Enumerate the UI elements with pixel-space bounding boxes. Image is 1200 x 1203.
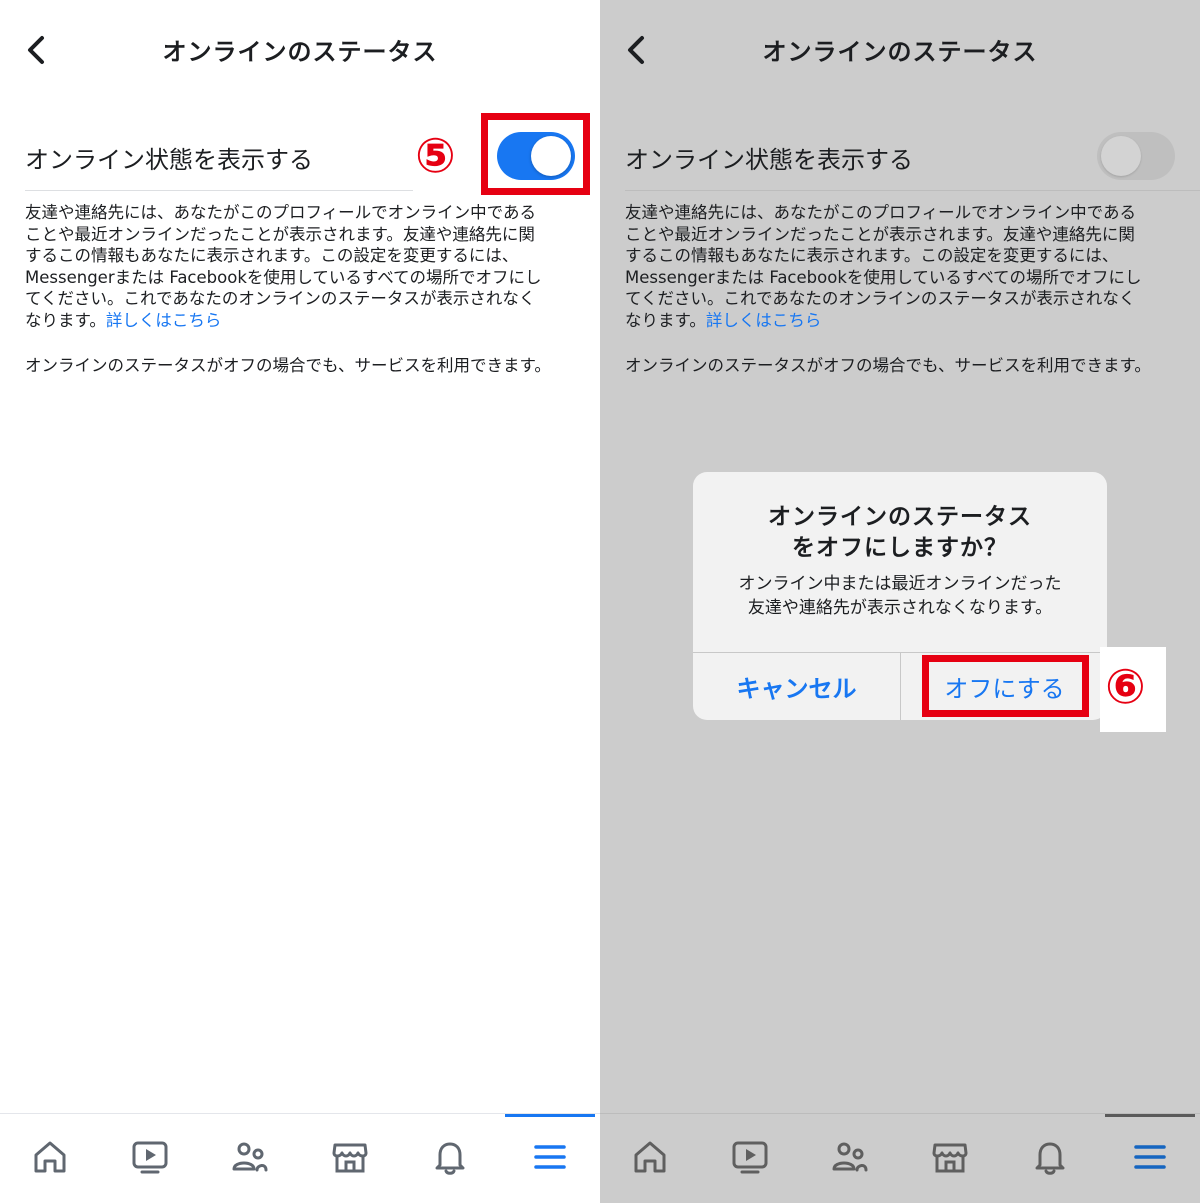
header: オンラインのステータス	[0, 0, 600, 100]
description-line-last: なります。詳しくはこちら	[25, 310, 585, 332]
turn-off-button[interactable]: オフにする	[901, 653, 1107, 720]
status-note: オンラインのステータスがオフの場合でも、サービスを利用できます。	[625, 356, 1151, 375]
dialog-message-line: オンライン中または最近オンラインだった	[738, 574, 1062, 594]
menu-icon	[534, 1145, 566, 1169]
toggle-knob	[531, 136, 571, 176]
description-line: Messengerまたは Facebookを使用しているすべての場所でオフにし	[25, 267, 542, 287]
dialog-title-line: をオフにしますか？	[792, 535, 1008, 561]
bottom-tab-bar	[600, 1113, 1200, 1203]
description-line: てください。これであなたのオンラインのステータスが表示されなく	[625, 289, 1136, 309]
description-end: なります。	[625, 310, 706, 330]
learn-more-link[interactable]: 詳しくはこちら	[106, 311, 222, 330]
dialog-title: オンラインのステータス をオフにしますか？	[693, 502, 1107, 564]
video-icon	[132, 1141, 168, 1174]
tab-home[interactable]	[625, 1132, 675, 1182]
page-title: オンラインのステータス	[762, 38, 1038, 66]
confirm-dialog: オンラインのステータス をオフにしますか？ オンライン中または最近オンラインだっ…	[693, 472, 1107, 720]
divider	[625, 190, 1200, 191]
bell-icon	[435, 1142, 465, 1175]
tab-friends[interactable]	[225, 1132, 275, 1182]
tab-video[interactable]	[725, 1132, 775, 1182]
tab-notifications[interactable]	[425, 1132, 475, 1182]
description-line-last: なります。詳しくはこちら	[625, 310, 1185, 332]
marketplace-icon	[932, 1143, 968, 1173]
bell-icon	[1035, 1142, 1065, 1175]
page-title: オンラインのステータス	[162, 38, 438, 66]
tab-marketplace[interactable]	[325, 1132, 375, 1182]
bottom-tab-bar	[0, 1113, 600, 1203]
tab-notifications[interactable]	[1025, 1132, 1075, 1182]
marketplace-icon	[332, 1143, 368, 1173]
description-line: するこの情報もあなたに表示されます。この設定を変更するには、	[25, 246, 519, 266]
cancel-button[interactable]: キャンセル	[693, 653, 900, 720]
learn-more-link[interactable]: 詳しくはこちら	[706, 311, 822, 330]
description-line: Messengerまたは Facebookを使用しているすべての場所でオフにし	[625, 267, 1142, 287]
video-icon	[732, 1141, 768, 1174]
callout-step-6: ⑥	[1105, 659, 1146, 715]
callout-step-5: ⑤	[415, 128, 456, 184]
status-note: オンラインのステータスがオフの場合でも、サービスを利用できます。	[25, 356, 551, 375]
tab-video[interactable]	[125, 1132, 175, 1182]
description-line: 友達や連絡先には、あなたがこのプロフィールでオンライン中である	[25, 203, 537, 222]
dialog-message-line: 友達や連絡先が表示されなくなります。	[747, 598, 1053, 618]
description-line: ことや最近オンラインだったことが表示されます。友達や連絡先に関	[25, 224, 535, 244]
toggle-knob	[1101, 136, 1141, 176]
setting-label: オンライン状態を表示する	[625, 146, 913, 174]
description-text: 友達や連絡先には、あなたがこのプロフィールでオンライン中である ことや最近オンラ…	[25, 202, 585, 332]
active-tab-indicator	[505, 1114, 595, 1117]
description-line: ことや最近オンラインだったことが表示されます。友達や連絡先に関	[625, 224, 1135, 244]
friends-icon	[232, 1142, 268, 1172]
tab-menu[interactable]	[525, 1132, 575, 1182]
divider	[25, 190, 413, 191]
tab-menu[interactable]	[1125, 1132, 1175, 1182]
left-screen: オンラインのステータス オンライン状態を表示する 友達や連絡先には、あなたがこの…	[0, 0, 600, 1203]
setting-label: オンライン状態を表示する	[25, 146, 313, 174]
dialog-message: オンライン中または最近オンラインだった 友達や連絡先が表示されなくなります。	[693, 572, 1107, 620]
menu-icon	[1134, 1145, 1166, 1169]
description-end: なります。	[25, 310, 106, 330]
home-icon	[34, 1141, 66, 1173]
friends-icon	[832, 1142, 868, 1172]
online-status-toggle[interactable]	[497, 132, 575, 180]
description-line: 友達や連絡先には、あなたがこのプロフィールでオンライン中である	[625, 203, 1137, 222]
description-line: てください。これであなたのオンラインのステータスが表示されなく	[25, 289, 536, 309]
dialog-title-line: オンラインのステータス	[768, 504, 1032, 530]
home-icon	[634, 1141, 666, 1173]
header: オンラインのステータス	[600, 0, 1200, 100]
description-text: 友達や連絡先には、あなたがこのプロフィールでオンライン中である ことや最近オンラ…	[625, 202, 1185, 332]
online-status-toggle[interactable]	[1097, 132, 1175, 180]
tab-home[interactable]	[25, 1132, 75, 1182]
tab-marketplace[interactable]	[925, 1132, 975, 1182]
description-line: するこの情報もあなたに表示されます。この設定を変更するには、	[625, 246, 1119, 266]
right-screen: オンラインのステータス オンライン状態を表示する 友達や連絡先には、あなたがこの…	[600, 0, 1200, 1203]
tab-friends[interactable]	[825, 1132, 875, 1182]
active-tab-indicator	[1105, 1114, 1195, 1117]
